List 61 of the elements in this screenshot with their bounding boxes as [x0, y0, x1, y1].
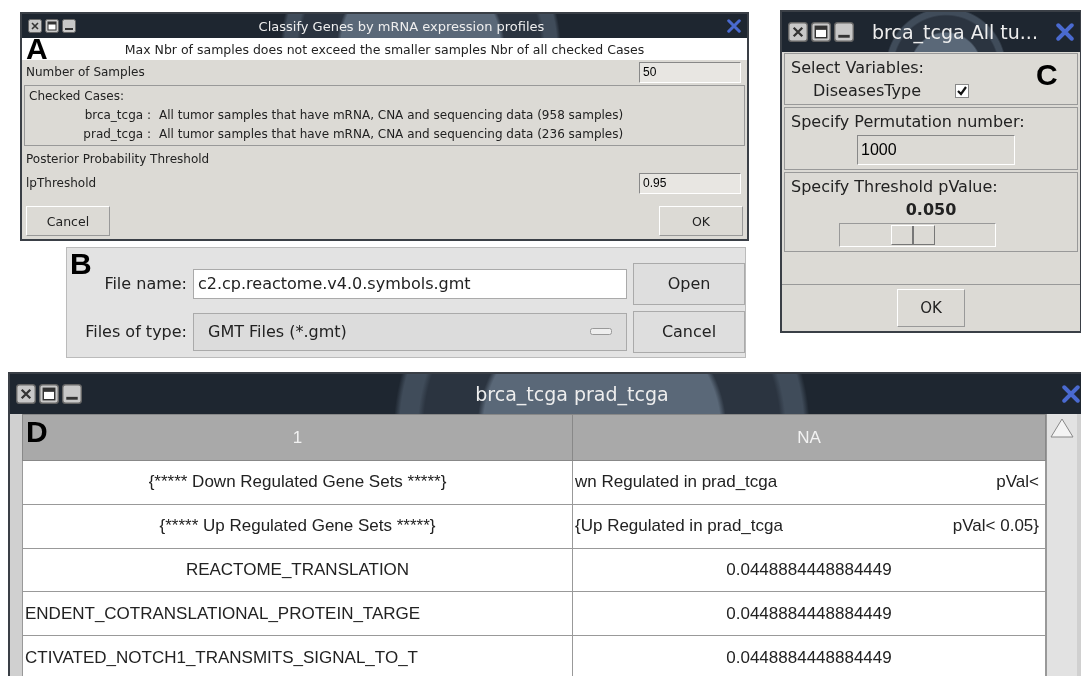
- slider-thumb[interactable]: [890, 225, 935, 245]
- table-cell: {Up Regulated in prad_tcga pVal< 0.05}: [572, 504, 1046, 549]
- panel-label: A: [26, 34, 48, 64]
- case-name: prad_tcga :: [82, 127, 151, 141]
- table-cell: wn Regulated in prad_tcga pVal<: [572, 460, 1046, 505]
- scroll-up-icon[interactable]: [1049, 416, 1075, 440]
- notice-text: Max Nbr of samples does not exceed the smaller samples Nbr of all checked Cases: [124, 41, 645, 57]
- table-cell: 0.0448884448884449: [572, 591, 1046, 636]
- panel-label: C: [1036, 60, 1058, 90]
- table-cell: CTIVATED_NOTCH1_TRANSMITS_SIGNAL_TO_T: [22, 635, 573, 676]
- field-label: Number of Samples: [26, 65, 145, 79]
- section-heading: Specify Threshold pValue:: [791, 177, 998, 196]
- table-cell: 0.0448884448884449: [572, 635, 1046, 676]
- samples-field[interactable]: 50: [639, 61, 741, 83]
- table-cell: {***** Down Regulated Gene Sets *****}: [22, 460, 573, 505]
- cancel-button[interactable]: Cancel: [633, 310, 745, 353]
- group-heading: Checked Cases:: [29, 89, 125, 103]
- table-cell: 0.0448884448884449: [572, 548, 1046, 592]
- field-label: File name:: [103, 274, 187, 293]
- minimize-icon[interactable]: [62, 384, 82, 404]
- panel-label: D: [26, 417, 48, 447]
- minimize-icon[interactable]: [834, 22, 854, 42]
- maximize-icon[interactable]: [45, 19, 59, 33]
- case-description: All tumor samples that have mRNA, CNA and sequencing data (236 samples): [159, 127, 624, 141]
- section-heading: Specify Permutation number:: [791, 112, 1025, 131]
- permutation-field[interactable]: 1000: [857, 135, 1015, 165]
- threshold-field[interactable]: 0.95: [639, 172, 741, 194]
- window-title: brca_tcga All tu...: [871, 21, 1039, 43]
- open-button[interactable]: Open: [633, 262, 745, 305]
- close-icon[interactable]: [788, 22, 808, 42]
- slider-track[interactable]: [839, 223, 996, 247]
- ok-button[interactable]: OK: [659, 206, 743, 236]
- checkbox[interactable]: [955, 83, 969, 98]
- section-heading: Posterior Probability Threshold: [26, 152, 210, 166]
- file-name-field[interactable]: c2.cp.reactome.v4.0.symbols.gmt: [193, 268, 627, 299]
- ok-button[interactable]: OK: [897, 289, 965, 327]
- case-name: brca_tcga :: [83, 108, 151, 122]
- field-label: lpThreshold: [26, 176, 97, 190]
- section-heading: Select Variables:: [791, 58, 924, 77]
- app-icon: [1056, 23, 1074, 41]
- close-icon[interactable]: [28, 19, 42, 33]
- table-cell: ENDENT_COTRANSLATIONAL_PROTEIN_TARGE: [22, 591, 573, 636]
- case-description: All tumor samples that have mRNA, CNA and sequencing data (958 samples): [159, 108, 624, 122]
- app-icon: [1062, 385, 1080, 403]
- maximize-icon[interactable]: [811, 22, 831, 42]
- dropdown-handle-icon: [590, 327, 612, 336]
- minimize-icon[interactable]: [62, 19, 76, 33]
- scrollbar[interactable]: [1046, 414, 1077, 676]
- app-icon: [727, 19, 741, 33]
- close-icon[interactable]: [16, 384, 36, 404]
- maximize-icon[interactable]: [39, 384, 59, 404]
- file-type-dropdown[interactable]: GMT Files (*.gmt): [193, 312, 627, 351]
- slider-value: 0.050: [905, 200, 957, 219]
- window-title: Classify Genes by mRNA expression profiles: [257, 18, 546, 34]
- table-cell: REACTOME_TRANSLATION: [22, 548, 573, 592]
- field-label: Files of type:: [84, 322, 187, 341]
- cancel-button[interactable]: Cancel: [26, 206, 110, 236]
- panel-label: B: [70, 249, 92, 279]
- table-cell: {***** Up Regulated Gene Sets *****}: [22, 504, 573, 549]
- window-title: brca_tcga prad_tcga: [474, 383, 670, 405]
- checkbox-label: DiseasesType: [813, 81, 921, 100]
